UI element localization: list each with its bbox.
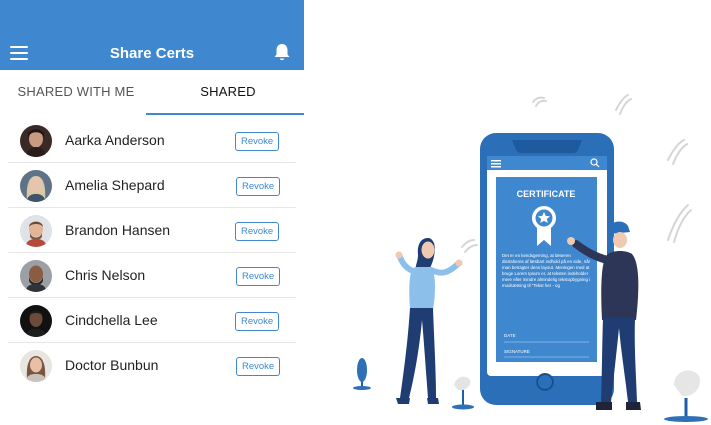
bell-icon[interactable] <box>273 43 291 62</box>
active-tab-indicator <box>146 113 304 115</box>
list-item: Doctor Bunbun Revoke <box>8 343 296 388</box>
certificate-date-label: DATE <box>504 333 516 338</box>
avatar <box>20 125 52 157</box>
certificate: CERTIFICATE Det er en kendsgerning, at l… <box>496 177 597 362</box>
list-item: Brandon Hansen Revoke <box>8 208 296 253</box>
app-bar: Share Certs <box>0 0 304 70</box>
avatar <box>20 350 52 382</box>
certificate-signature-label: SIGNATURE <box>504 349 530 354</box>
tab-shared-with-me[interactable]: SHARED WITH ME <box>0 70 152 115</box>
revoke-button[interactable]: Revoke <box>236 267 281 286</box>
contact-name: Cindchella Lee <box>65 312 158 328</box>
app-title: Share Certs <box>109 45 195 62</box>
contact-name: Amelia Shepard <box>65 177 165 193</box>
plant-left <box>353 358 371 390</box>
avatar <box>20 260 52 292</box>
revoke-button[interactable]: Revoke <box>236 357 281 376</box>
certificate-body: Det er en kendsgerning, at læseren distr… <box>502 253 591 288</box>
list-item: Cindchella Lee Revoke <box>8 298 296 343</box>
revoke-button[interactable]: Revoke <box>235 132 280 151</box>
certificate-illustration: CERTIFICATE Det er en kendsgerning, at l… <box>353 94 708 422</box>
list-item: Chris Nelson Revoke <box>8 253 296 298</box>
list-item: Aarka Anderson Revoke <box>8 118 296 163</box>
contact-name: Aarka Anderson <box>65 132 165 148</box>
revoke-button[interactable]: Revoke <box>235 312 280 331</box>
plant-right <box>664 370 708 422</box>
list-item: Amelia Shepard Revoke <box>8 163 296 208</box>
tab-shared[interactable]: SHARED <box>152 70 304 115</box>
revoke-button[interactable]: Revoke <box>236 177 281 196</box>
avatar <box>20 170 52 202</box>
revoke-button[interactable]: Revoke <box>235 222 280 241</box>
avatar <box>20 215 52 247</box>
tab-bar: SHARED WITH ME SHARED <box>0 70 304 115</box>
contact-name: Brandon Hansen <box>65 222 171 238</box>
share-certs-app: Share Certs SHARED WITH ME SHARED Aarka … <box>0 0 304 425</box>
woman-figure <box>395 238 463 404</box>
certificate-heading: CERTIFICATE <box>517 189 576 199</box>
plant-middle <box>452 376 474 410</box>
contact-name: Chris Nelson <box>65 267 146 283</box>
avatar <box>20 305 52 337</box>
contact-name: Doctor Bunbun <box>65 357 159 373</box>
